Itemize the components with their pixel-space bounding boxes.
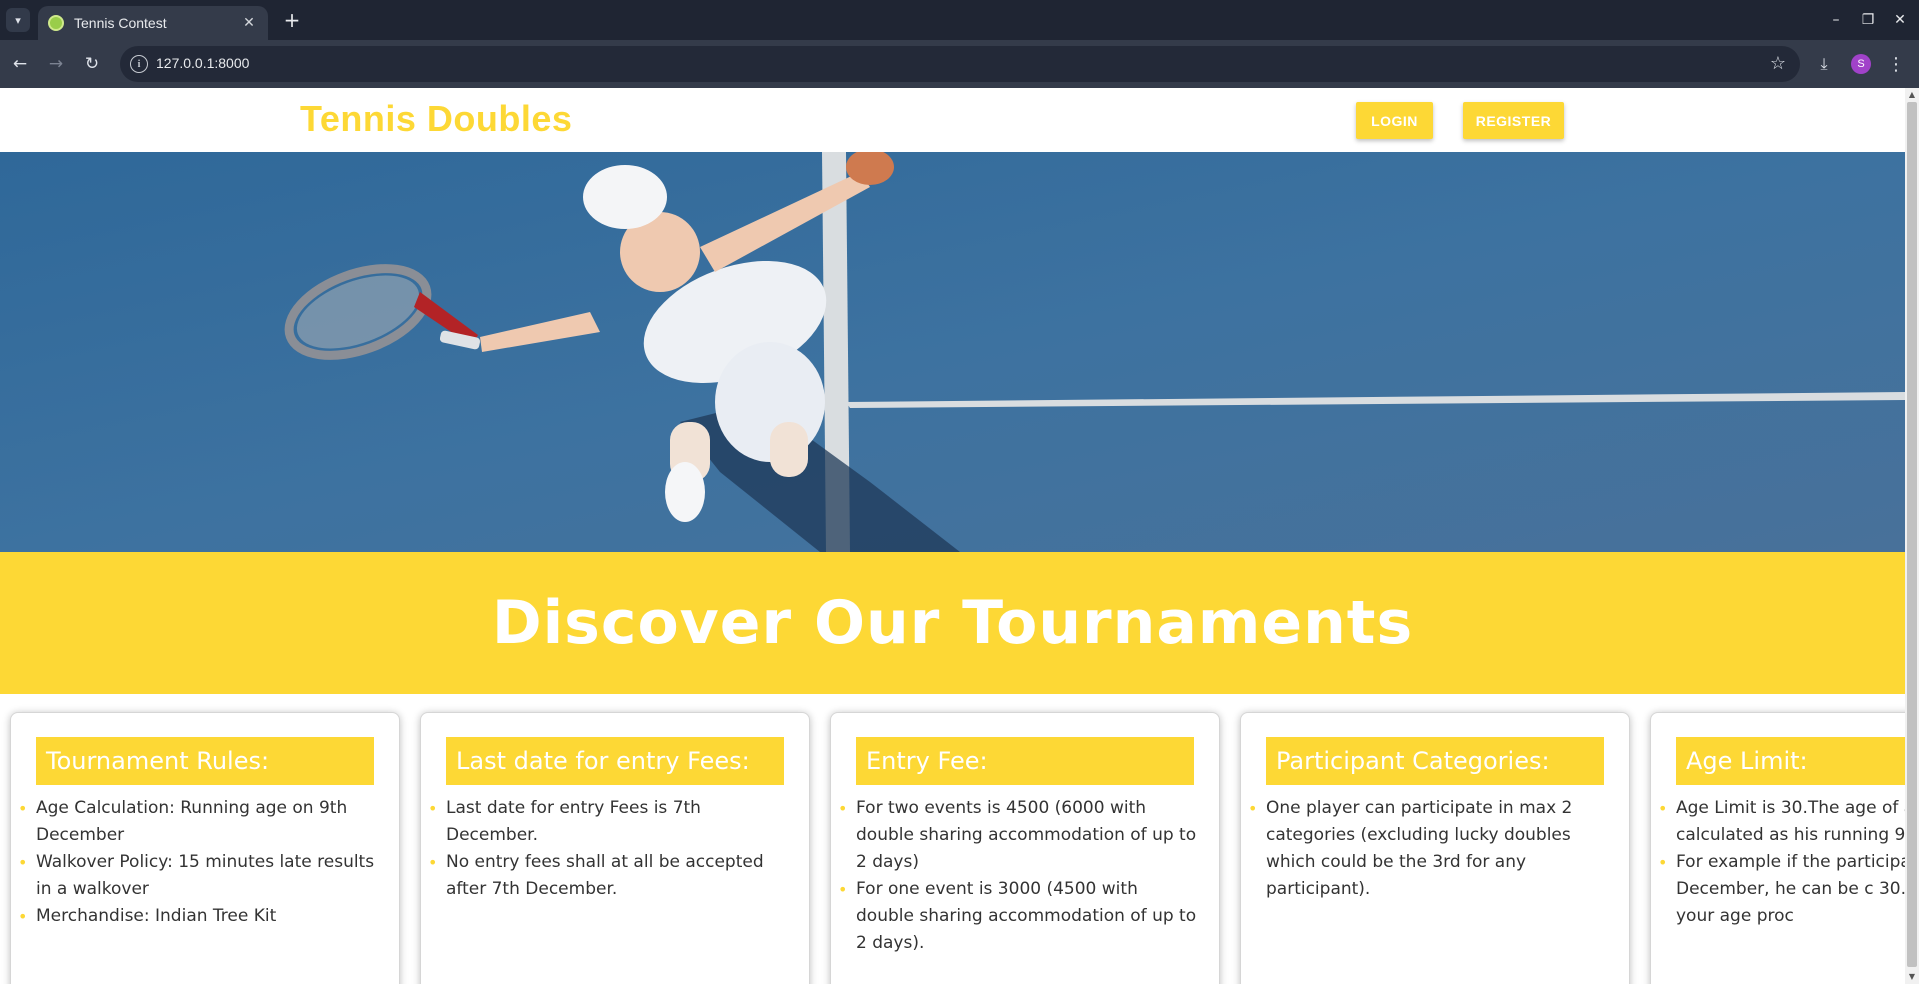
address-bar[interactable]: i 127.0.0.1:8000 ☆: [120, 46, 1800, 82]
list-item: For example if the participant the 8th D…: [1658, 849, 1905, 930]
site-header: Tennis Doubles LOGIN REGISTER: [0, 88, 1905, 152]
list-item: Last date for entry Fees is 7th December…: [428, 795, 791, 849]
list-item: No entry fees shall at all be accepted a…: [428, 849, 791, 903]
close-window-icon[interactable]: ✕: [1886, 8, 1914, 32]
browser-tab[interactable]: Tennis Contest ✕: [38, 6, 268, 40]
download-icon[interactable]: ⤓: [1812, 52, 1836, 76]
login-button[interactable]: LOGIN: [1356, 102, 1433, 139]
list-item: Age Limit is 30.The age of any shall be …: [1658, 795, 1905, 849]
tab-title: Tennis Contest: [74, 15, 167, 31]
card-entry-fee: Entry Fee: For two events is 4500 (6000 …: [830, 712, 1220, 984]
card-list: Last date for entry Fees is 7th December…: [428, 795, 791, 903]
list-item: Merchandise: Indian Tree Kit: [18, 903, 381, 930]
browser-tabstrip: ▾ Tennis Contest ✕ + – ❐ ✕: [0, 0, 1919, 40]
browser-toolbar: ← → ↻ i 127.0.0.1:8000 ☆: [0, 40, 1919, 88]
back-icon[interactable]: ←: [8, 52, 32, 76]
card-list: For two events is 4500 (6000 with double…: [838, 795, 1201, 957]
card-title: Last date for entry Fees:: [446, 737, 784, 785]
card-title: Age Limit:: [1676, 737, 1905, 785]
tennis-ball-icon: [48, 15, 64, 31]
restore-icon[interactable]: ❐: [1854, 8, 1882, 32]
page-viewport: Tennis Doubles LOGIN REGISTER Discover O…: [0, 88, 1905, 984]
card-list: Age Limit is 30.The age of any shall be …: [1658, 795, 1905, 930]
browser-menu-icon[interactable]: ⋮: [1886, 52, 1906, 76]
list-item: Age Calculation: Running age on 9th Dece…: [18, 795, 381, 849]
list-item: For two events is 4500 (6000 with double…: [838, 795, 1201, 876]
scroll-down-arrow-icon[interactable]: ▼: [1905, 972, 1919, 982]
tab-search-icon[interactable]: ▾: [6, 8, 30, 32]
card-title: Tournament Rules:: [36, 737, 374, 785]
card-title: Entry Fee:: [856, 737, 1194, 785]
bookmark-star-icon[interactable]: ☆: [1770, 53, 1786, 74]
page-scrollbar[interactable]: ▲ ▼: [1905, 88, 1919, 984]
scroll-up-arrow-icon[interactable]: ▲: [1905, 90, 1919, 100]
card-list: One player can participate in max 2 cate…: [1248, 795, 1611, 903]
tournament-cards: Tournament Rules: Age Calculation: Runni…: [0, 712, 1905, 984]
card-tournament-rules: Tournament Rules: Age Calculation: Runni…: [10, 712, 400, 984]
register-button[interactable]: REGISTER: [1463, 102, 1564, 139]
forward-icon[interactable]: →: [44, 52, 68, 76]
hero-image: [0, 152, 1905, 552]
list-item: One player can participate in max 2 cate…: [1248, 795, 1611, 903]
card-age-limit: Age Limit: Age Limit is 30.The age of an…: [1650, 712, 1905, 984]
minimize-icon[interactable]: –: [1822, 8, 1850, 32]
card-title: Participant Categories:: [1266, 737, 1604, 785]
card-last-date: Last date for entry Fees: Last date for …: [420, 712, 810, 984]
card-participant-categories: Participant Categories: One player can p…: [1240, 712, 1630, 984]
banner-title: Discover Our Tournaments: [491, 588, 1414, 658]
list-item: For one event is 3000 (4500 with double …: [838, 876, 1201, 957]
scroll-thumb[interactable]: [1907, 102, 1917, 967]
site-info-icon[interactable]: i: [130, 55, 148, 73]
new-tab-icon[interactable]: +: [280, 8, 304, 32]
card-list: Age Calculation: Running age on 9th Dece…: [18, 795, 381, 930]
list-item: Walkover Policy: 15 minutes late results…: [18, 849, 381, 903]
reload-icon[interactable]: ↻: [80, 52, 104, 76]
close-tab-icon[interactable]: ✕: [240, 15, 258, 31]
url-text[interactable]: 127.0.0.1:8000: [156, 55, 249, 71]
tournaments-banner: Discover Our Tournaments: [0, 552, 1905, 694]
brand-logo[interactable]: Tennis Doubles: [300, 98, 572, 140]
profile-avatar[interactable]: S: [1851, 54, 1871, 74]
